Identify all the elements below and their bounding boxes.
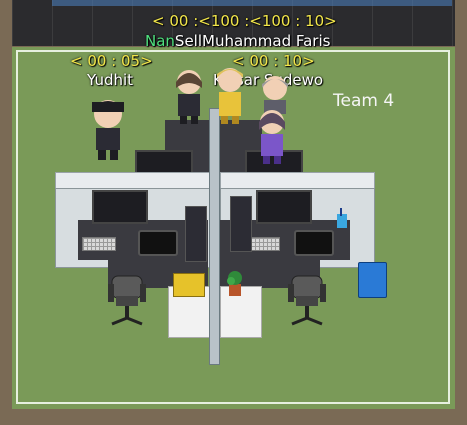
monitor-right[interactable]	[256, 190, 312, 224]
recycle-bin[interactable]	[358, 262, 387, 298]
player-name-rest: SellMuhammad Faris	[174, 32, 331, 50]
cup-icon	[337, 208, 347, 228]
monitor-left[interactable]	[92, 190, 148, 224]
office-chair-right[interactable]	[286, 274, 328, 330]
wall-window-strip	[52, 0, 452, 6]
folder-item[interactable]	[173, 273, 205, 297]
plant-icon	[227, 271, 242, 296]
pc-tower-right	[230, 196, 252, 252]
avatar-sell[interactable]	[212, 62, 248, 124]
player-timer-yudhit: < 00 : 05>	[70, 52, 153, 70]
keyboard-left	[82, 237, 116, 251]
group-names-label: NanSellMuhammad Faris	[145, 32, 330, 50]
tablet-left	[138, 230, 178, 256]
zone-label: Team 4	[333, 91, 395, 111]
tablet-right	[294, 230, 334, 256]
center-divider	[209, 108, 220, 365]
pc-tower-left	[185, 206, 207, 262]
office-chair-left[interactable]	[106, 274, 148, 330]
avatar-nan[interactable]	[172, 64, 206, 124]
avatar-kaisar[interactable]	[254, 104, 290, 164]
group-timer-label: < 00 :<100 :<100 : 10>	[152, 12, 337, 30]
avatar-yudhit[interactable]	[88, 96, 128, 162]
player-name-yudhit: Yudhit	[87, 71, 134, 89]
player-name-nan: Nan	[145, 32, 175, 50]
